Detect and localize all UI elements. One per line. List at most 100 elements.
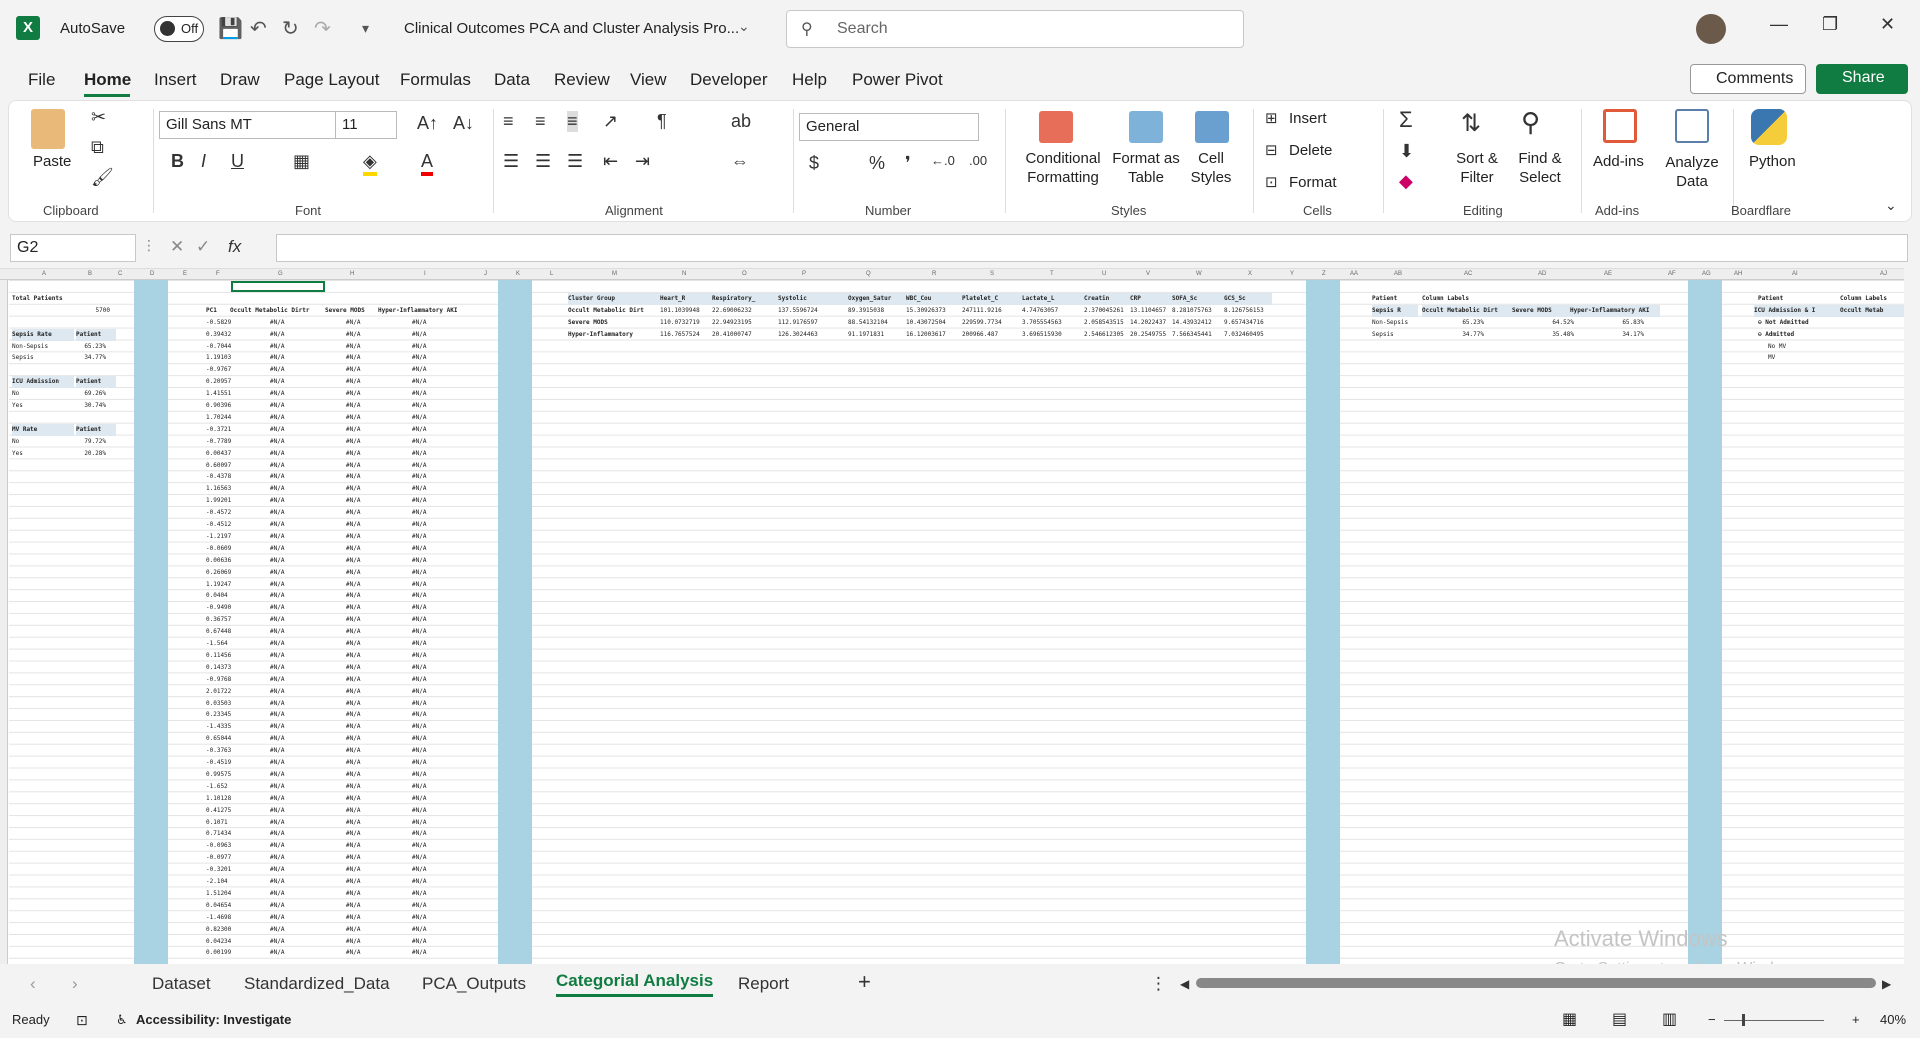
pc1-value[interactable]: -0.9490 (206, 602, 254, 614)
formula-input[interactable] (276, 234, 1908, 262)
column-letter[interactable]: AI (1792, 271, 1798, 277)
column-letter[interactable]: S (990, 271, 994, 277)
cluster-value[interactable]: #N/A (412, 781, 452, 793)
delete-cells-label[interactable]: Delete (1289, 142, 1332, 159)
cluster-value[interactable]: #N/A (270, 543, 310, 555)
cluster-value[interactable]: #N/A (270, 614, 310, 626)
cluster-value[interactable]: #N/A (346, 864, 386, 876)
pivot-row-header[interactable]: Sepsis Rate (12, 328, 74, 341)
pc1-value[interactable]: 1.10128 (206, 793, 254, 805)
pc1-value[interactable]: -0.3763 (206, 745, 254, 757)
pivot-sub-header[interactable]: Occult Metabolic Dirt (1422, 304, 1514, 317)
pivot-sub-header[interactable]: Hyper-Inflammatory AKI (1570, 304, 1660, 317)
cluster-table-header[interactable]: SOFA_Sc (1172, 292, 1224, 305)
pc1-value[interactable]: 1.16563 (206, 483, 254, 495)
column-letter[interactable]: B (88, 271, 92, 277)
menu-file[interactable]: File (28, 70, 55, 90)
insert-cells-icon[interactable]: ⊞ (1265, 109, 1278, 127)
cluster-value[interactable]: #N/A (346, 947, 386, 959)
cluster-value[interactable]: #N/A (412, 590, 452, 602)
pivot-row-label[interactable]: MV (1768, 352, 1828, 364)
pivot-row-value[interactable]: 65.23% (76, 341, 106, 353)
cluster-table-cell[interactable]: 10.43072504 (906, 317, 962, 329)
cluster-value[interactable]: #N/A (412, 876, 452, 888)
page-layout-view-icon[interactable]: ▤ (1612, 1009, 1627, 1029)
cluster-value[interactable]: #N/A (412, 638, 452, 650)
horizontal-scrollbar[interactable] (1196, 978, 1876, 988)
cluster-value[interactable]: #N/A (270, 662, 310, 674)
tab-dataset[interactable]: Dataset (152, 974, 211, 994)
python-icon[interactable] (1751, 109, 1787, 145)
cluster-value[interactable]: #N/A (270, 317, 310, 329)
cluster-value[interactable]: #N/A (412, 650, 452, 662)
pc1-value[interactable]: 0.11456 (206, 650, 254, 662)
cluster-value[interactable]: #N/A (412, 674, 452, 686)
cluster-table-cell[interactable]: 88.54132104 (848, 317, 906, 329)
cluster-table-header[interactable]: Lactate_L (1022, 292, 1084, 305)
cluster-value[interactable]: #N/A (346, 471, 386, 483)
pivot-row-label[interactable]: ⊖ Admitted (1758, 329, 1838, 341)
column-letter[interactable]: AJ (1880, 271, 1887, 277)
copy-icon[interactable]: ⧉ (91, 137, 104, 158)
cluster-value[interactable]: #N/A (346, 341, 386, 353)
pc1-value[interactable]: -1.4335 (206, 721, 254, 733)
cluster-value[interactable]: #N/A (412, 852, 452, 864)
menu-review[interactable]: Review (554, 70, 610, 90)
column-letter[interactable]: Q (866, 271, 871, 277)
tab-pca-outputs[interactable]: PCA_Outputs (422, 974, 526, 994)
cluster-table-cell[interactable]: 15.30926373 (906, 305, 962, 317)
pc1-value[interactable]: 0.04654 (206, 900, 254, 912)
cluster-value[interactable]: #N/A (270, 460, 310, 472)
cluster-value[interactable]: #N/A (346, 555, 386, 567)
add-sheet-icon[interactable]: + (858, 969, 871, 995)
cluster-value[interactable]: #N/A (346, 924, 386, 936)
pc1-value[interactable]: 0.41275 (206, 805, 254, 817)
pc1-value[interactable]: 0.20957 (206, 376, 254, 388)
analyze-data-label[interactable]: Analyze Data (1659, 153, 1725, 191)
cluster-value[interactable]: #N/A (346, 424, 386, 436)
pivot-row-value[interactable]: 34.17% (1570, 329, 1644, 341)
pivot-row-value[interactable]: 30.74% (76, 400, 106, 412)
customize-qat-icon[interactable]: ▾ (362, 20, 369, 37)
wrap-text-icon[interactable]: ab (731, 111, 751, 132)
cluster-table-cell[interactable]: 2.370045261 (1084, 305, 1130, 317)
cluster-value[interactable]: #N/A (346, 840, 386, 852)
column-letter[interactable]: H (350, 271, 354, 277)
column-letter[interactable]: G (278, 271, 283, 277)
pivot-sub-header[interactable]: Sepsis R (1372, 304, 1418, 317)
cluster-value[interactable]: #N/A (270, 900, 310, 912)
cluster-value[interactable]: #N/A (412, 769, 452, 781)
cluster-value[interactable]: #N/A (270, 769, 310, 781)
cluster-value[interactable]: #N/A (412, 936, 452, 948)
delete-cells-icon[interactable]: ⊟ (1265, 141, 1278, 159)
fill-icon[interactable]: ⬇ (1399, 141, 1414, 162)
column-letter[interactable]: AG (1702, 271, 1711, 277)
cluster-value[interactable]: #N/A (270, 364, 310, 376)
cluster-value[interactable]: #N/A (346, 329, 386, 341)
pivot-row-value[interactable]: 79.72% (76, 436, 106, 448)
pivot-row-header[interactable]: ICU Admission (12, 376, 74, 389)
decrease-indent-icon[interactable]: ⇤ (603, 151, 618, 172)
cluster-value[interactable]: #N/A (412, 602, 452, 614)
menu-developer[interactable]: Developer (690, 70, 768, 90)
cluster-value[interactable]: #N/A (270, 352, 310, 364)
cluster-value[interactable]: #N/A (270, 876, 310, 888)
cluster-table-cell[interactable]: 101.1039948 (660, 305, 712, 317)
cluster-table-cell[interactable]: 3.705554563 (1022, 317, 1084, 329)
pc1-value[interactable]: 0.00636 (206, 555, 254, 567)
cluster-value[interactable]: #N/A (270, 674, 310, 686)
menu-help[interactable]: Help (792, 70, 827, 90)
column-letter[interactable]: C (118, 271, 122, 277)
name-box[interactable]: G2 (10, 234, 136, 262)
paste-icon[interactable] (31, 109, 65, 149)
pc1-value[interactable]: -0.5829 (206, 317, 254, 329)
cluster-value[interactable]: #N/A (270, 424, 310, 436)
cluster-table-cell[interactable]: 13.1104657 (1130, 305, 1172, 317)
column-letter[interactable]: D (150, 271, 154, 277)
align-middle-icon[interactable]: ≡ (535, 111, 546, 132)
cluster-value[interactable]: #N/A (412, 947, 452, 959)
pivot-row-value[interactable]: 65.23% (1422, 317, 1484, 329)
zoom-out-icon[interactable]: − (1708, 1012, 1716, 1027)
cluster-value[interactable]: #N/A (346, 412, 386, 424)
cluster-value[interactable]: #N/A (270, 602, 310, 614)
